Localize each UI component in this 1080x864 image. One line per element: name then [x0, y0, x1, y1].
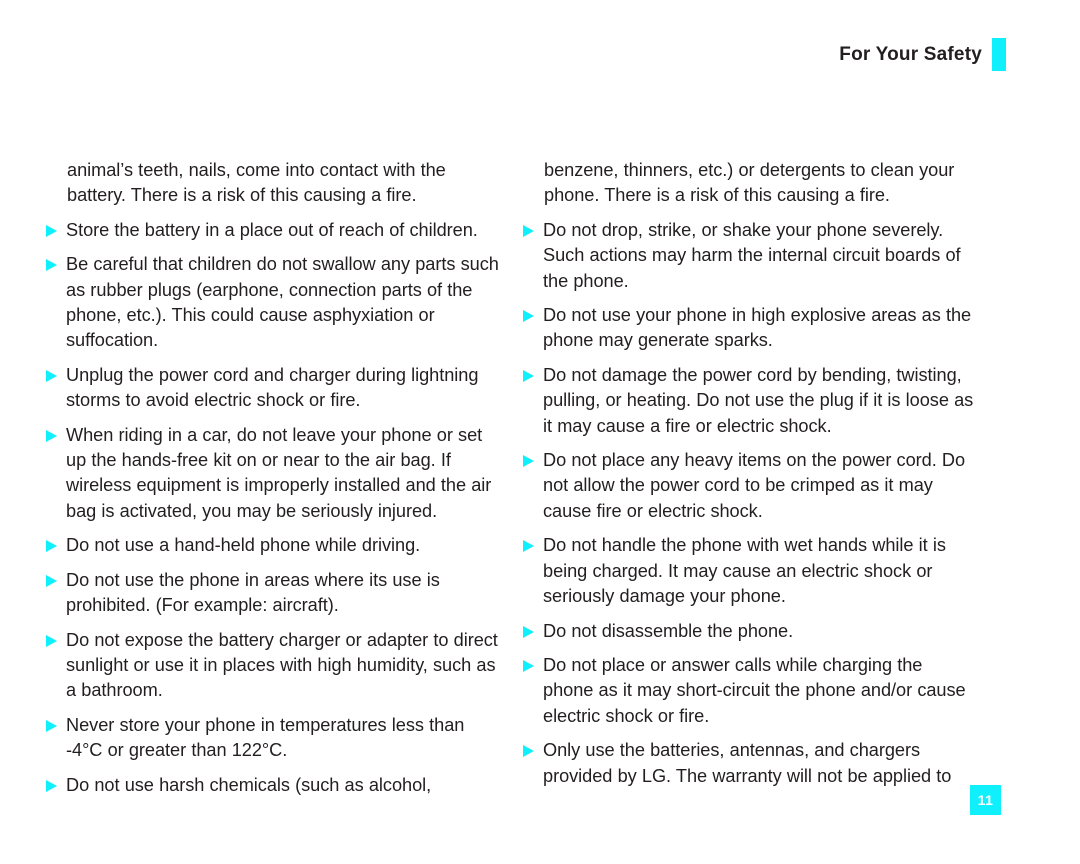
safety-bullet-item: Store the battery in a place out of reac…: [44, 218, 499, 243]
safety-bullet-item: Do not use your phone in high explosive …: [521, 303, 976, 354]
triangle-bullet-icon: [523, 745, 534, 758]
safety-bullet-item: Unplug the power cord and charger during…: [44, 363, 499, 414]
safety-bullet-item: Only use the batteries, antennas, and ch…: [521, 738, 976, 789]
safety-item-text: Be careful that children do not swallow …: [66, 254, 499, 351]
page-number-badge: 11: [970, 785, 1001, 815]
triangle-bullet-icon: [523, 540, 534, 553]
safety-item-text: Do not use a hand-held phone while drivi…: [66, 535, 421, 556]
safety-item-text: Do not expose the battery charger or ada…: [66, 629, 498, 701]
triangle-bullet-icon: [46, 369, 57, 382]
page-header: For Your Safety: [839, 38, 1006, 71]
safety-item-text: Do not use the phone in areas where its …: [66, 569, 440, 616]
safety-item-text: Do not drop, strike, or shake your phone…: [543, 219, 961, 291]
safety-bullet-item: Do not drop, strike, or shake your phone…: [521, 218, 976, 294]
triangle-bullet-icon: [523, 224, 534, 237]
safety-bullet-item: Do not use a hand-held phone while drivi…: [44, 533, 499, 558]
safety-item-text: Store the battery in a place out of reac…: [66, 219, 478, 240]
safety-item-text: Do not use your phone in high explosive …: [543, 305, 972, 351]
safety-item-text: Do not use harsh chemicals (such as alco…: [66, 774, 432, 795]
triangle-bullet-icon: [46, 779, 57, 792]
safety-bullet-item: Never store your phone in temperatures l…: [44, 713, 499, 764]
safety-bullet-item: Do not use the phone in areas where its …: [44, 568, 499, 619]
safety-item-text: Only use the batteries, antennas, and ch…: [543, 740, 952, 786]
safety-item-text: Do not damage the power cord by bending,…: [543, 364, 974, 436]
safety-item-text: Do not place any heavy items on the powe…: [543, 450, 966, 521]
triangle-bullet-icon: [46, 574, 57, 587]
left-column: animal’s teeth, nails, come into contact…: [44, 158, 499, 807]
right-column: benzene, thinners, etc.) or detergents t…: [521, 158, 976, 807]
safety-continuation-paragraph: animal’s teeth, nails, come into contact…: [44, 158, 499, 209]
safety-bullet-item: Do not disassemble the phone.: [521, 619, 976, 644]
triangle-bullet-icon: [523, 369, 534, 382]
triangle-bullet-icon: [46, 224, 57, 237]
triangle-bullet-icon: [523, 310, 534, 323]
safety-bullet-item: Do not use harsh chemicals (such as alco…: [44, 773, 499, 798]
triangle-bullet-icon: [46, 259, 57, 272]
safety-bullet-item: Do not place any heavy items on the powe…: [521, 448, 976, 524]
safety-item-text: Unplug the power cord and charger during…: [66, 364, 479, 411]
triangle-bullet-icon: [46, 429, 57, 442]
safety-item-text: Do not disassemble the phone.: [543, 620, 794, 641]
safety-bullet-item: Do not place or answer calls while charg…: [521, 653, 976, 729]
page-title: For Your Safety: [839, 43, 982, 65]
safety-item-text: When riding in a car, do not leave your …: [66, 424, 492, 521]
triangle-bullet-icon: [523, 455, 534, 468]
triangle-bullet-icon: [523, 659, 534, 672]
triangle-bullet-icon: [46, 540, 57, 553]
triangle-bullet-icon: [523, 625, 534, 638]
safety-bullet-item: Do not damage the power cord by bending,…: [521, 363, 976, 439]
triangle-bullet-icon: [46, 719, 57, 732]
safety-bullet-item: Be careful that children do not swallow …: [44, 252, 499, 354]
safety-item-text: Do not handle the phone with wet hands w…: [543, 535, 946, 607]
safety-bullet-item: Do not expose the battery charger or ada…: [44, 628, 499, 704]
safety-bullet-item: When riding in a car, do not leave your …: [44, 423, 499, 525]
safety-bullet-item: Do not handle the phone with wet hands w…: [521, 533, 976, 609]
safety-item-text: Never store your phone in temperatures l…: [66, 714, 465, 761]
safety-item-text: Do not place or answer calls while charg…: [543, 654, 966, 726]
content-columns: animal’s teeth, nails, come into contact…: [44, 158, 1036, 807]
triangle-bullet-icon: [46, 634, 57, 647]
header-marker-bar: [992, 38, 1006, 71]
safety-item-text: benzene, thinners, etc.) or detergents t…: [544, 160, 955, 206]
safety-item-text: animal’s teeth, nails, come into contact…: [67, 160, 446, 206]
safety-continuation-paragraph: benzene, thinners, etc.) or detergents t…: [521, 158, 976, 209]
